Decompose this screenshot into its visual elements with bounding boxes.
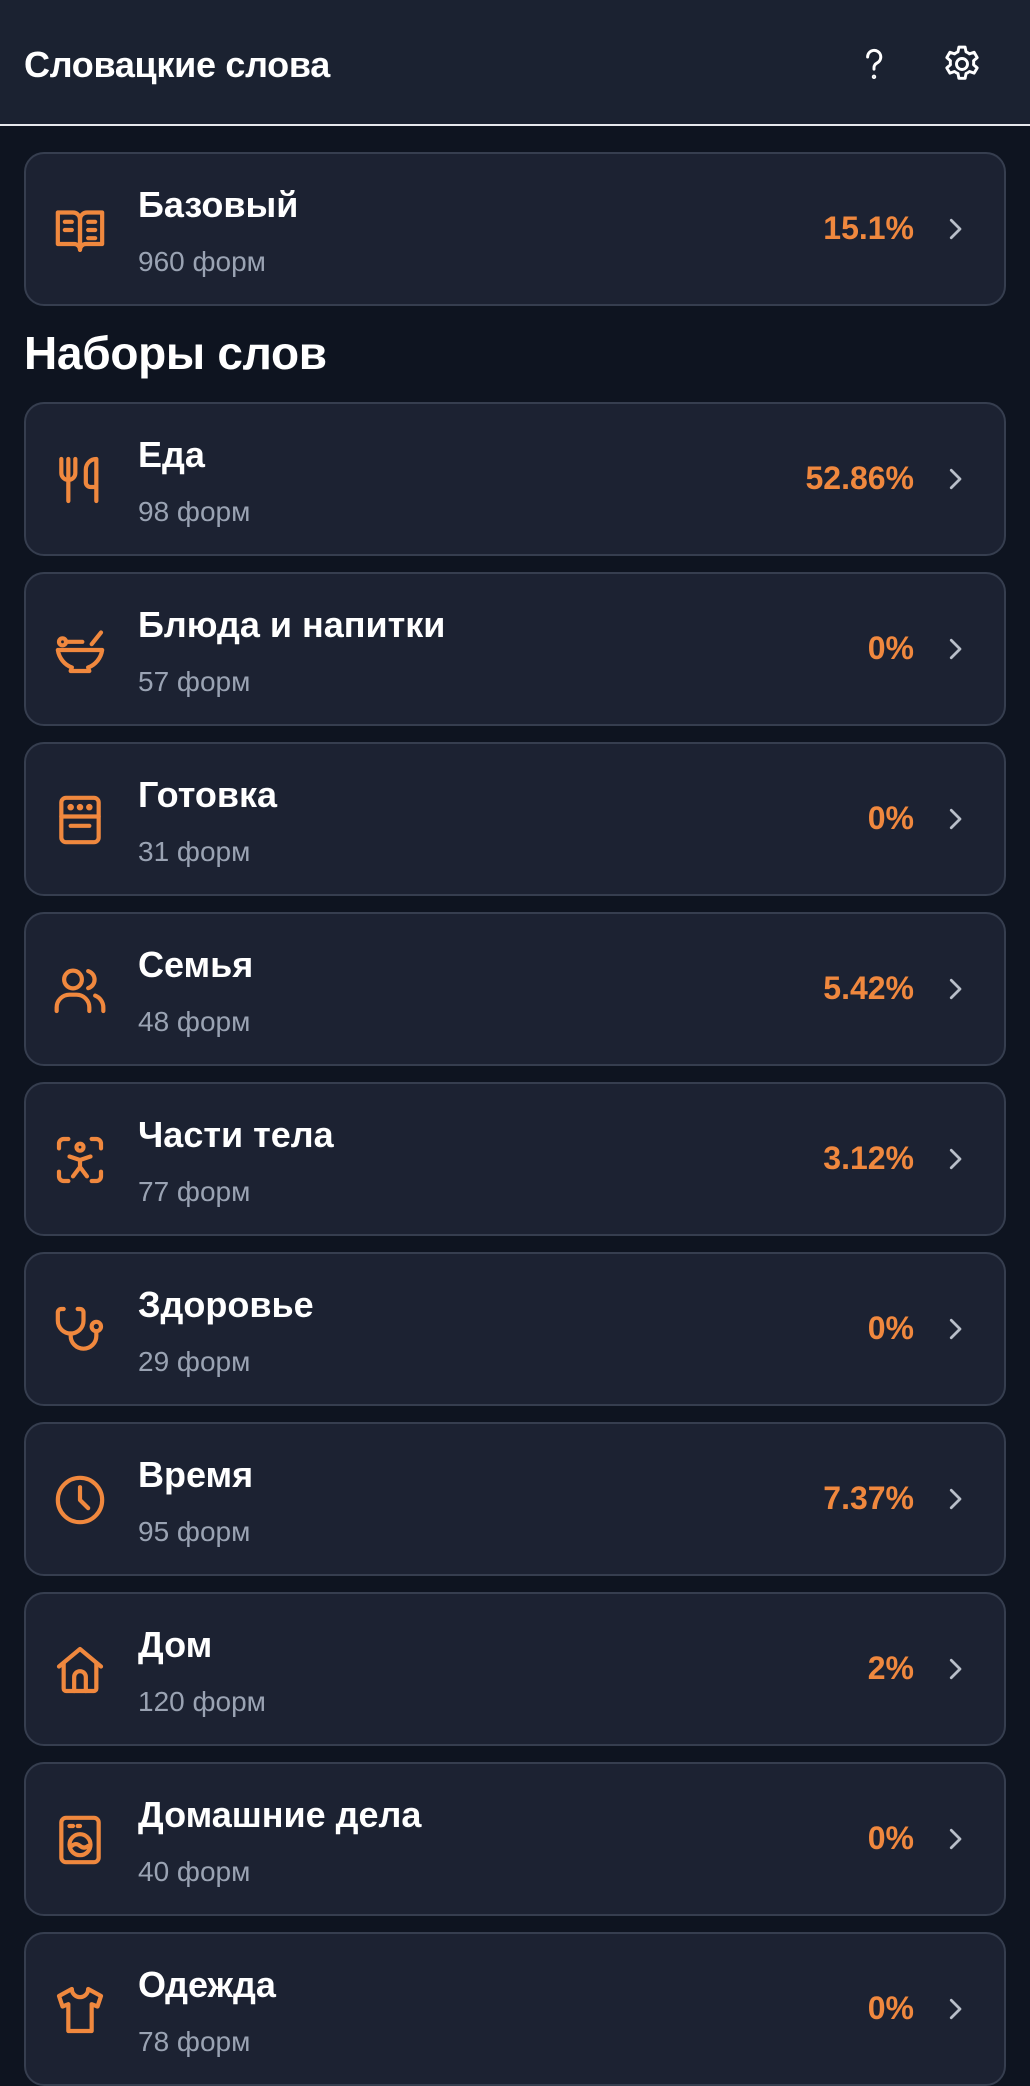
chevron-right-icon	[940, 214, 970, 244]
basic-set-card[interactable]: Базовый 960 форм 15.1%	[24, 152, 1006, 306]
chevron-right-icon	[940, 1144, 970, 1174]
set-progress-percent: 0%	[867, 1310, 914, 1346]
set-card-food[interactable]: Еда 98 форм 52.86%	[24, 402, 1006, 556]
set-title: Время	[138, 1454, 254, 1495]
app-header: Словацкие слова	[0, 0, 1030, 126]
chevron-right-icon	[940, 1994, 970, 2024]
washing-machine-icon	[52, 1812, 108, 1868]
stethoscope-icon	[52, 1302, 108, 1358]
set-progress-percent: 5.42%	[823, 970, 914, 1006]
set-title: Блюда и напитки	[138, 604, 446, 645]
set-progress-percent: 52.86%	[805, 460, 914, 496]
set-card-health[interactable]: Здоровье 29 форм 0%	[24, 1252, 1006, 1406]
set-title: Еда	[138, 434, 205, 475]
set-progress-percent: 0%	[867, 1820, 914, 1856]
users-icon	[52, 962, 108, 1018]
set-progress-percent: 7.37%	[823, 1480, 914, 1516]
help-icon	[866, 48, 883, 80]
chevron-right-icon	[940, 1314, 970, 1344]
set-title: Одежда	[138, 1964, 276, 2005]
set-card-dishes-drinks[interactable]: Блюда и напитки 57 форм 0%	[24, 572, 1006, 726]
book-icon	[52, 202, 108, 258]
set-progress-percent: 0%	[867, 1990, 914, 2026]
set-card-clothes[interactable]: Одежда 78 форм 0%	[24, 1932, 1006, 2086]
clock-icon	[52, 1472, 108, 1528]
set-card-family[interactable]: Семья 48 форм 5.42%	[24, 912, 1006, 1066]
set-title: Домашние дела	[138, 1794, 422, 1835]
set-card-body-parts[interactable]: Части тела 77 форм 3.12%	[24, 1082, 1006, 1236]
set-title: Здоровье	[138, 1284, 314, 1325]
chevron-right-icon	[940, 634, 970, 664]
set-card-cooking[interactable]: Готовка 31 форм 0%	[24, 742, 1006, 896]
gear-icon	[945, 45, 979, 80]
set-title: Дом	[138, 1624, 213, 1665]
help-button[interactable]	[846, 36, 902, 92]
set-progress-percent: 0%	[867, 630, 914, 666]
set-card-housework[interactable]: Домашние дела 40 форм 0%	[24, 1762, 1006, 1916]
set-card-time[interactable]: Время 95 форм 7.37%	[24, 1422, 1006, 1576]
chevron-right-icon	[940, 974, 970, 1004]
body-scan-icon	[52, 1132, 108, 1188]
section-title: Наборы слов	[24, 327, 327, 379]
set-word-count: 120 форм	[138, 1686, 266, 1717]
chevron-right-icon	[940, 804, 970, 834]
utensils-icon	[52, 452, 108, 508]
chevron-right-icon	[940, 464, 970, 494]
set-progress-percent: 0%	[867, 800, 914, 836]
set-progress-percent: 15.1%	[823, 210, 914, 246]
set-word-count: 31 форм	[138, 836, 251, 867]
set-title: Семья	[138, 944, 254, 985]
bowl-icon	[52, 622, 108, 678]
shirt-icon	[52, 1982, 108, 2038]
chevron-right-icon	[940, 1484, 970, 1514]
set-title: Базовый	[138, 184, 299, 225]
set-word-count: 95 форм	[138, 1516, 251, 1547]
set-word-count: 29 форм	[138, 1346, 251, 1377]
set-progress-percent: 2%	[867, 1650, 914, 1686]
app-title: Словацкие слова	[24, 44, 330, 85]
chevron-right-icon	[940, 1824, 970, 1854]
set-title: Части тела	[138, 1114, 334, 1155]
set-word-count: 57 форм	[138, 666, 251, 697]
set-card-home[interactable]: Дом 120 форм 2%	[24, 1592, 1006, 1746]
set-word-count: 48 форм	[138, 1006, 251, 1037]
set-word-count: 40 форм	[138, 1856, 251, 1887]
set-word-count: 77 форм	[138, 1176, 251, 1207]
house-icon	[52, 1642, 108, 1698]
set-title: Готовка	[138, 774, 278, 815]
set-word-count: 78 форм	[138, 2026, 251, 2057]
set-word-count: 98 форм	[138, 496, 251, 527]
set-word-count: 960 форм	[138, 246, 266, 277]
settings-button[interactable]	[934, 36, 990, 92]
chevron-right-icon	[940, 1654, 970, 1684]
stove-icon	[52, 792, 108, 848]
set-progress-percent: 3.12%	[823, 1140, 914, 1176]
